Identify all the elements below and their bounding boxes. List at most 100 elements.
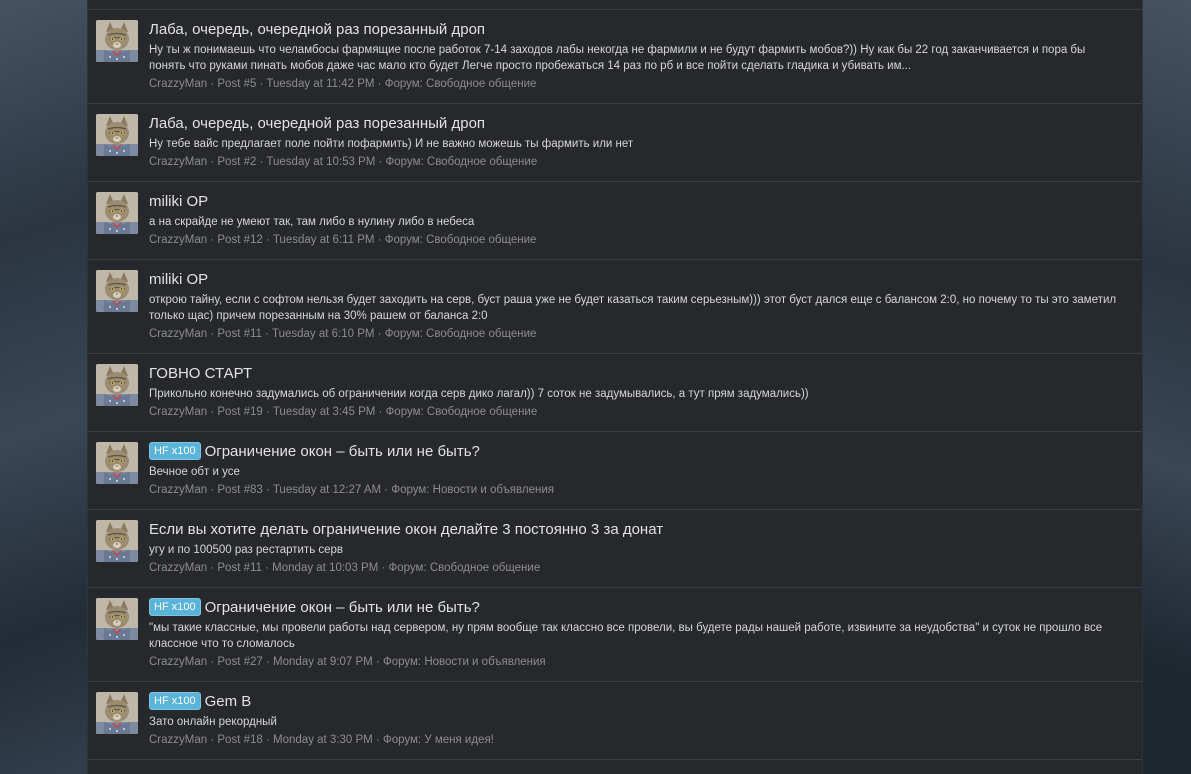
- meta-separator: ·: [266, 406, 273, 418]
- author-link[interactable]: CrazzyMan: [149, 328, 207, 340]
- avatar[interactable]: [96, 520, 138, 562]
- forum-link[interactable]: Новости и объявления: [433, 484, 554, 496]
- avatar[interactable]: [96, 20, 138, 62]
- author-link[interactable]: CrazzyMan: [149, 484, 207, 496]
- search-result-item: Лаба, очередь, очередной раз порезанный …: [88, 10, 1142, 104]
- post-snippet[interactable]: открою тайну, если с софтом нельзя будет…: [149, 292, 1130, 324]
- thread-title-link[interactable]: miliki OP: [149, 271, 208, 288]
- background-right: [1141, 0, 1191, 774]
- thread-title-link[interactable]: Ограничение окон – быть или не быть?: [205, 443, 480, 460]
- avatar[interactable]: [96, 598, 138, 640]
- forum-link[interactable]: У меня идея!: [424, 734, 494, 746]
- post-date: Tuesday at 10:53 PM: [266, 156, 376, 168]
- meta-separator: ·: [378, 406, 386, 418]
- thread-title-link[interactable]: Если вы хотите делать ограничение окон д…: [149, 521, 663, 538]
- forum-link[interactable]: Свободное общение: [426, 78, 536, 90]
- cat-avatar-icon: [96, 364, 138, 406]
- post-number: Post #27: [217, 656, 263, 668]
- meta-separator: ·: [266, 234, 273, 246]
- post-number: Post #5: [217, 78, 257, 90]
- forum-label: Форум:: [385, 156, 424, 168]
- thread-title-link[interactable]: Ограничение окон – быть или не быть?: [205, 599, 480, 616]
- result-title-line: miliki OP: [149, 192, 1130, 212]
- author-link[interactable]: CrazzyMan: [149, 734, 207, 746]
- cat-avatar-icon: [96, 442, 138, 484]
- author-link[interactable]: CrazzyMan: [149, 406, 207, 418]
- forum-link[interactable]: Свободное общение: [427, 406, 537, 418]
- result-meta: CrazzyMan · Post #19 · Tuesday at 3:45 P…: [149, 404, 1130, 420]
- author-link[interactable]: CrazzyMan: [149, 156, 207, 168]
- forum-label: Форум:: [383, 656, 422, 668]
- post-snippet[interactable]: угу и по 100500 раз рестартить серв: [149, 542, 1130, 558]
- result-meta: CrazzyMan · Post #18 · Monday at 3:30 PM…: [149, 732, 1130, 748]
- search-result-item: miliki OP открою тайну, если с софтом не…: [88, 260, 1142, 354]
- result-meta: CrazzyMan · Post #11 · Tuesday at 6:10 P…: [149, 326, 1130, 342]
- result-meta: CrazzyMan · Post #12 · Tuesday at 6:11 P…: [149, 232, 1130, 248]
- cat-avatar-icon: [96, 520, 138, 562]
- result-meta: CrazzyMan · Post #2 · Tuesday at 10:53 P…: [149, 154, 1130, 170]
- thread-title-link[interactable]: ГОВНО СТАРТ: [149, 365, 252, 382]
- meta-separator: ·: [377, 78, 385, 90]
- thread-title-link[interactable]: Лаба, очередь, очередной раз порезанный …: [149, 115, 485, 132]
- avatar[interactable]: [96, 270, 138, 312]
- forum-link[interactable]: Свободное общение: [430, 562, 540, 574]
- forum-link[interactable]: Новости и объявления: [424, 656, 545, 668]
- forum-label: Форум:: [391, 484, 430, 496]
- result-meta: CrazzyMan · Post #83 · Tuesday at 12:27 …: [149, 482, 1130, 498]
- cat-avatar-icon: [96, 20, 138, 62]
- prefix-badge[interactable]: HF x100: [149, 442, 201, 460]
- thread-title-link[interactable]: miliki OP: [149, 193, 208, 210]
- forum-link[interactable]: Свободное общение: [427, 156, 537, 168]
- post-date: Monday at 3:30 PM: [273, 734, 373, 746]
- panel-top-border: [88, 0, 1142, 10]
- meta-separator: ·: [375, 734, 383, 746]
- post-date: Monday at 10:03 PM: [272, 562, 379, 574]
- meta-separator: ·: [375, 656, 383, 668]
- search-result-item: ГОВНО СТАРТ Прикольно конечно задумались…: [88, 354, 1142, 432]
- cat-avatar-icon: [96, 598, 138, 640]
- search-result-item: HF x100 Ограничение окон – быть или не бы…: [88, 432, 1142, 510]
- avatar[interactable]: [96, 442, 138, 484]
- thread-title-link[interactable]: Gem B: [205, 693, 252, 710]
- post-snippet[interactable]: Ну ты ж понимаешь что челамбосы фармящие…: [149, 42, 1130, 74]
- meta-separator: ·: [266, 656, 274, 668]
- post-snippet[interactable]: "мы такие классные, мы провели работы на…: [149, 620, 1130, 652]
- meta-separator: ·: [265, 328, 272, 340]
- result-meta: CrazzyMan · Post #27 · Monday at 9:07 PM…: [149, 654, 1130, 670]
- result-title-line: ГОВНО СТАРТ: [149, 364, 1130, 384]
- search-result-item: Лаба, очередь, очередной раз порезанный …: [88, 104, 1142, 182]
- result-title-line: Лаба, очередь, очередной раз порезанный …: [149, 114, 1130, 134]
- post-date: Monday at 9:07 PM: [273, 656, 373, 668]
- prefix-badge[interactable]: HF x100: [149, 598, 201, 616]
- post-date: Tuesday at 11:42 PM: [266, 78, 375, 90]
- result-meta: CrazzyMan · Post #5 · Tuesday at 11:42 P…: [149, 76, 1130, 92]
- forum-link[interactable]: Свободное общение: [426, 234, 536, 246]
- author-link[interactable]: CrazzyMan: [149, 562, 207, 574]
- thread-title-link[interactable]: Лаба, очередь, очередной раз порезанный …: [149, 21, 485, 38]
- search-result-item: HF x100 Ограничение окон – быть или не бы…: [88, 588, 1142, 682]
- result-title-line: miliki OP: [149, 270, 1130, 290]
- result-title-line: Если вы хотите делать ограничение окон д…: [149, 520, 1130, 540]
- results-list: Лаба, очередь, очередной раз порезанный …: [88, 10, 1142, 760]
- post-date: Tuesday at 12:27 AM: [272, 484, 382, 496]
- author-link[interactable]: CrazzyMan: [149, 234, 207, 246]
- post-number: Post #19: [217, 406, 263, 418]
- background-left: [0, 0, 90, 774]
- author-link[interactable]: CrazzyMan: [149, 78, 207, 90]
- post-snippet[interactable]: Зато онлайн рекордный: [149, 714, 1130, 730]
- avatar[interactable]: [96, 692, 138, 734]
- avatar[interactable]: [96, 364, 138, 406]
- post-snippet[interactable]: Ну тебе вайс предлагает поле пойти пофар…: [149, 136, 1130, 152]
- meta-separator: ·: [377, 328, 385, 340]
- post-snippet[interactable]: Прикольно конечно задумались об ограниче…: [149, 386, 1130, 402]
- author-link[interactable]: CrazzyMan: [149, 656, 207, 668]
- forum-label: Форум:: [385, 406, 424, 418]
- forum-link[interactable]: Свободное общение: [426, 328, 536, 340]
- avatar[interactable]: [96, 114, 138, 156]
- post-snippet[interactable]: а на скрайде не умеют так, там либо в ну…: [149, 214, 1130, 230]
- forum-label: Форум:: [384, 234, 423, 246]
- avatar[interactable]: [96, 192, 138, 234]
- prefix-badge[interactable]: HF x100: [149, 692, 201, 710]
- search-result-item: Если вы хотите делать ограничение окон д…: [88, 510, 1142, 588]
- post-snippet[interactable]: Вечное обт и усе: [149, 464, 1130, 480]
